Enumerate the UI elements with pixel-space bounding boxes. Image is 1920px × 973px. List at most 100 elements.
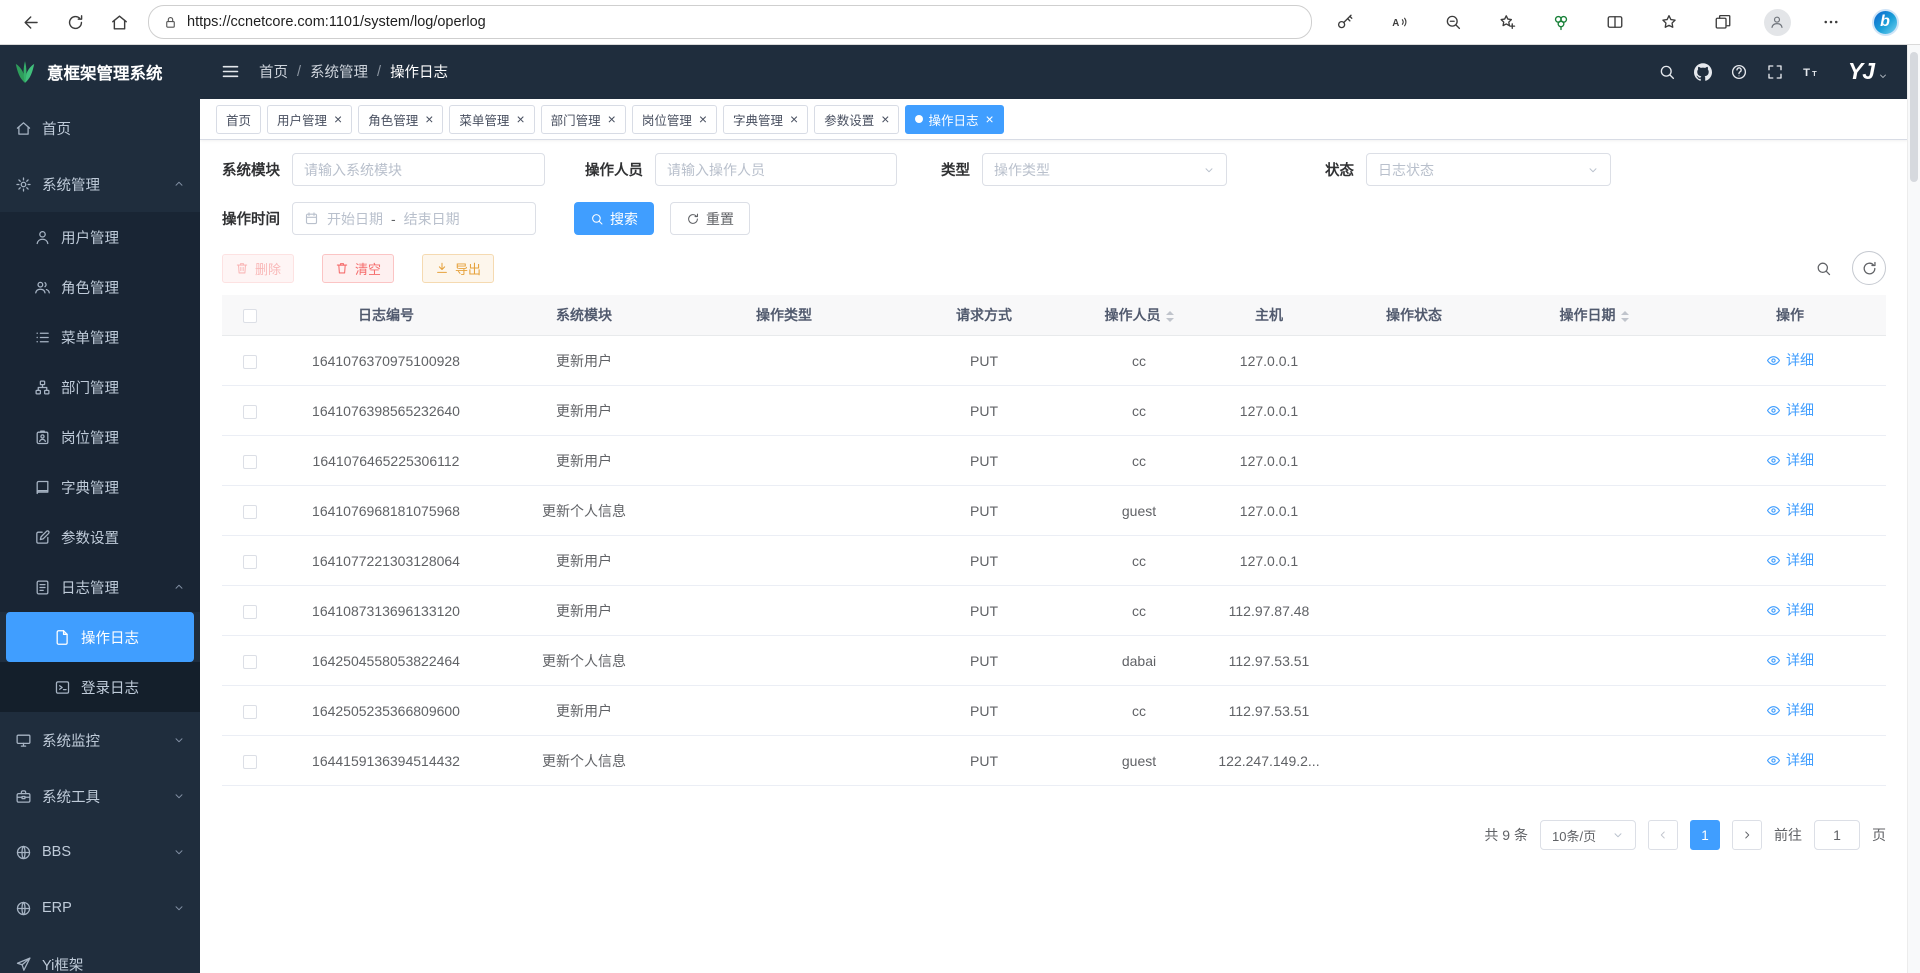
tab-close-icon[interactable]: × [608,112,616,126]
browser-scrollbar[interactable] [1907,44,1920,973]
row-checkbox[interactable] [243,405,257,419]
sort-icon[interactable] [1621,311,1629,322]
tab-post-management[interactable]: 岗位管理 × [632,105,717,134]
sidebar-item-dict-management[interactable]: 字典管理 [0,462,200,512]
goto-page-input[interactable] [1814,820,1860,850]
font-size-button[interactable]: TT [1798,58,1825,85]
tab-user-management[interactable]: 用户管理 × [267,105,352,134]
row-checkbox[interactable] [243,505,257,519]
tab-param-settings[interactable]: 参数设置 × [814,105,899,134]
profile-button[interactable] [1756,5,1798,39]
tab-menu-management[interactable]: 菜单管理 × [449,105,534,134]
breadcrumb-item[interactable]: 操作日志 [390,61,448,82]
collections-button[interactable] [1702,5,1744,39]
sidebar-item-operation-log[interactable]: 操作日志 [6,612,194,662]
sidebar-item-home[interactable]: 首页 [0,100,200,156]
tab-close-icon[interactable]: × [881,112,889,126]
row-checkbox[interactable] [243,555,257,569]
sidebar-item-erp[interactable]: ERP [0,880,200,936]
sidebar-item-user-management[interactable]: 用户管理 [0,212,200,262]
detail-link[interactable]: 详细 [1766,500,1814,520]
tab-close-icon[interactable]: × [425,112,433,126]
search-button[interactable]: 搜索 [574,202,654,235]
col-operator[interactable]: 操作人员 [1074,295,1204,336]
status-select[interactable]: 日志状态 [1366,153,1611,186]
zoom-out-button[interactable] [1432,5,1474,39]
sidebar-item-system-tools[interactable]: 系统工具 [0,768,200,824]
lock-icon[interactable] [163,15,178,30]
reset-button[interactable]: 重置 [670,202,750,235]
next-page-button[interactable] [1732,820,1762,850]
type-select[interactable]: 操作类型 [982,153,1227,186]
detail-link[interactable]: 详细 [1766,700,1814,720]
tab-close-icon[interactable]: × [699,112,707,126]
row-checkbox[interactable] [243,355,257,369]
sidebar-item-system-management[interactable]: 系统管理 [0,156,200,212]
address-bar[interactable]: https://ccnetcore.com:1101/system/log/op… [148,5,1312,39]
table-row[interactable]: 1641076370975100928更新用户PUTcc127.0.0.1详细 [222,336,1886,386]
table-row[interactable]: 1641076398565232640更新用户PUTcc127.0.0.1详细 [222,386,1886,436]
tab-close-icon[interactable]: × [985,112,993,126]
tab-role-management[interactable]: 角色管理 × [358,105,443,134]
tab-close-icon[interactable]: × [334,112,342,126]
table-row[interactable]: 1642504558053822464更新个人信息PUTdabai112.97.… [222,636,1886,686]
module-input[interactable] [292,153,545,186]
read-aloud-button[interactable]: A [1378,5,1420,39]
table-row[interactable]: 1644159136394514432更新个人信息PUTguest122.247… [222,736,1886,786]
sidebar-item-bbs[interactable]: BBS [0,824,200,880]
tab-close-icon[interactable]: × [790,112,798,126]
tab-close-icon[interactable]: × [516,112,524,126]
detail-link[interactable]: 详细 [1766,550,1814,570]
copilot-button[interactable]: b [1864,5,1906,39]
page-button-1[interactable]: 1 [1690,820,1720,850]
table-refresh-button[interactable] [1852,251,1886,285]
fullscreen-button[interactable] [1762,58,1789,85]
question-button[interactable] [1726,58,1753,85]
table-row[interactable]: 1641076465225306112更新用户PUTcc127.0.0.1详细 [222,436,1886,486]
tab-operation-log[interactable]: 操作日志 × [905,105,1003,134]
row-checkbox[interactable] [243,655,257,669]
table-row[interactable]: 1641077221303128064更新用户PUTcc127.0.0.1详细 [222,536,1886,586]
tab-dict-management[interactable]: 字典管理 × [723,105,808,134]
tab-home[interactable]: 首页 [216,105,261,134]
sidebar-item-role-management[interactable]: 角色管理 [0,262,200,312]
back-button[interactable] [14,5,48,39]
sidebar-item-post-management[interactable]: 岗位管理 [0,412,200,462]
detail-link[interactable]: 详细 [1766,350,1814,370]
breadcrumb-item[interactable]: 首页 [259,61,288,82]
reload-button[interactable] [58,5,92,39]
favorites-button[interactable] [1648,5,1690,39]
key-button[interactable] [1324,5,1366,39]
extension-button[interactable] [1540,5,1582,39]
delete-button[interactable]: 删除 [222,254,294,283]
detail-link[interactable]: 详细 [1766,650,1814,670]
search-button[interactable] [1654,58,1681,85]
detail-link[interactable]: 详细 [1766,600,1814,620]
row-checkbox[interactable] [243,755,257,769]
operator-input[interactable] [655,153,897,186]
split-screen-button[interactable] [1594,5,1636,39]
detail-link[interactable]: 详细 [1766,750,1814,770]
daterange-picker[interactable]: 开始日期 - 结束日期 [292,202,536,235]
prev-page-button[interactable] [1648,820,1678,850]
row-checkbox[interactable] [243,605,257,619]
row-checkbox[interactable] [243,705,257,719]
github-button[interactable] [1690,58,1717,85]
table-row[interactable]: 1641087313696133120更新用户PUTcc112.97.87.48… [222,586,1886,636]
detail-link[interactable]: 详细 [1766,450,1814,470]
select-all-checkbox[interactable] [243,309,257,323]
table-row[interactable]: 1642505235366809600更新用户PUTcc112.97.53.51… [222,686,1886,736]
sidebar-item-menu-management[interactable]: 菜单管理 [0,312,200,362]
sort-icon[interactable] [1166,311,1174,322]
sidebar-item-login-log[interactable]: 登录日志 [0,662,200,712]
sidebar-item-system-monitor[interactable]: 系统监控 [0,712,200,768]
scrollbar-thumb[interactable] [1910,52,1918,182]
table-row[interactable]: 1641076968181075968更新个人信息PUTguest127.0.0… [222,486,1886,536]
app-logo[interactable]: 意框架管理系统 [0,44,200,100]
user-avatar[interactable]: YJ [1848,60,1888,83]
tab-department-management[interactable]: 部门管理 × [541,105,626,134]
breadcrumb-item[interactable]: 系统管理 [310,61,368,82]
row-checkbox[interactable] [243,455,257,469]
table-search-toggle-button[interactable] [1806,251,1840,285]
col-date[interactable]: 操作日期 [1494,295,1694,336]
